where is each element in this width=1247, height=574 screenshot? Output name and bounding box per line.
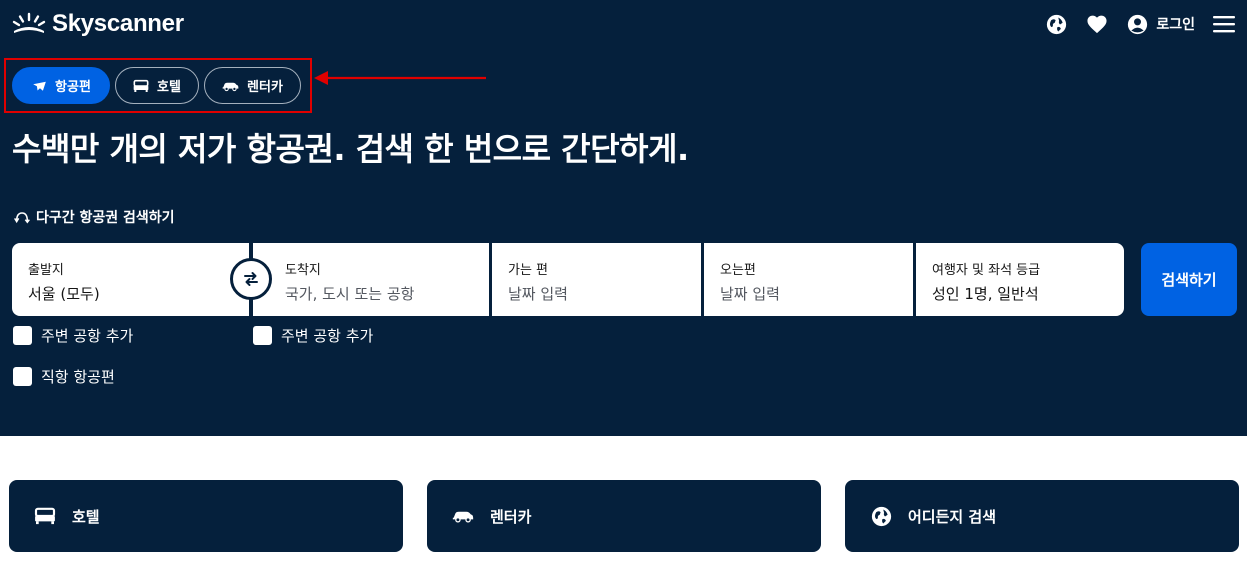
direct-flights-only[interactable]: 직항 항공편 <box>13 366 115 387</box>
card-explore-everywhere-label: 어디든지 검색 <box>908 507 997 526</box>
origin-label: 출발지 <box>28 263 64 278</box>
multi-city-label: 다구간 항공권 검색하기 <box>36 210 175 226</box>
swap-locations-button[interactable] <box>230 258 272 300</box>
checkbox-label: 직항 항공편 <box>41 368 115 386</box>
add-nearby-airports-origin[interactable]: 주변 공항 추가 <box>13 325 133 346</box>
origin-field[interactable]: 출발지 서울 (모두) <box>12 243 249 316</box>
destination-placeholder: 국가, 도시 또는 공항 <box>285 285 415 303</box>
multi-city-link[interactable]: 다구간 항공권 검색하기 <box>14 207 175 227</box>
card-hotels[interactable]: 호텔 <box>9 480 403 552</box>
depart-placeholder: 날짜 입력 <box>508 285 568 303</box>
checkbox-label: 주변 공항 추가 <box>281 327 374 345</box>
heart-icon[interactable] <box>1086 13 1108 35</box>
card-car-hire[interactable]: 렌터카 <box>427 480 821 552</box>
travellers-value: 성인 1명, 일반석 <box>932 285 1039 303</box>
depart-date-field[interactable]: 가는 편 날짜 입력 <box>492 243 701 316</box>
flight-search-bar: 출발지 서울 (모두) 도착지 국가, 도시 또는 공항 가는 편 날짜 입력 … <box>12 243 1126 316</box>
skyscanner-logo[interactable]: Skyscanner <box>12 10 184 38</box>
card-car-hire-label: 렌터카 <box>490 507 532 526</box>
depart-label: 가는 편 <box>508 263 549 278</box>
destination-field[interactable]: 도착지 국가, 도시 또는 공항 <box>253 243 489 316</box>
return-date-field[interactable]: 오는편 날짜 입력 <box>704 243 913 316</box>
bed-icon <box>34 505 56 527</box>
return-label: 오는편 <box>720 263 756 278</box>
login-label: 로그인 <box>1156 17 1195 33</box>
checkbox[interactable] <box>253 326 272 345</box>
globe-icon[interactable] <box>1045 13 1067 35</box>
travellers-cabin-field[interactable]: 여행자 및 좌석 등급 성인 1명, 일반석 <box>916 243 1124 316</box>
card-hotels-label: 호텔 <box>72 507 100 526</box>
page-headline: 수백만 개의 저가 항공권. 검색 한 번으로 간단하게. <box>12 130 689 168</box>
globe-icon <box>870 505 892 527</box>
origin-value: 서울 (모두) <box>28 285 100 303</box>
card-explore-everywhere[interactable]: 어디든지 검색 <box>845 480 1239 552</box>
car-icon <box>452 505 474 527</box>
sunrise-logo-icon <box>12 12 46 33</box>
header-actions: 로그인 <box>1045 13 1235 35</box>
login-button[interactable]: 로그인 <box>1127 14 1195 35</box>
user-icon <box>1128 14 1148 34</box>
brand-name: Skyscanner <box>52 10 184 37</box>
travellers-label: 여행자 및 좌석 등급 <box>932 263 1041 278</box>
destination-label: 도착지 <box>285 263 321 278</box>
return-placeholder: 날짜 입력 <box>720 285 780 303</box>
hamburger-menu-icon[interactable] <box>1213 13 1235 35</box>
annotation-arrow <box>314 71 486 85</box>
checkbox-label: 주변 공항 추가 <box>41 327 134 345</box>
hero-section: Skyscanner 로그인 항공편 호텔 렌터카 수백만 개의 저가 항공권.… <box>0 0 1247 436</box>
annotation-highlight-box <box>4 58 312 113</box>
search-button[interactable]: 검색하기 <box>1141 243 1237 316</box>
checkbox[interactable] <box>13 326 32 345</box>
multi-city-icon <box>14 212 30 224</box>
checkbox[interactable] <box>13 367 32 386</box>
quick-link-cards: 호텔 렌터카 어디든지 검색 <box>9 480 1239 552</box>
swap-arrows-icon <box>244 272 258 286</box>
add-nearby-airports-destination[interactable]: 주변 공항 추가 <box>253 325 373 346</box>
